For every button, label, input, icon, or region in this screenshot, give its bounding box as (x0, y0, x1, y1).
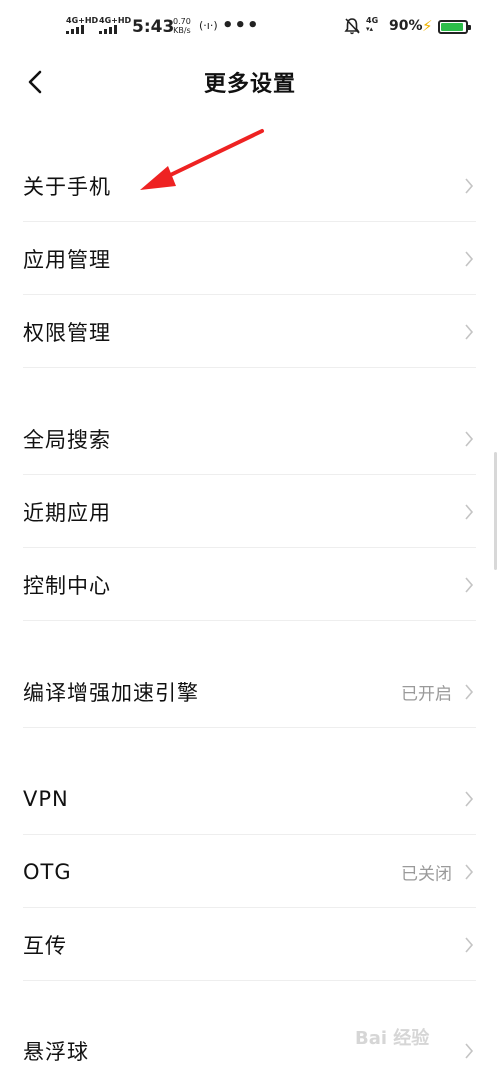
sim2-network-label: 4G+HD (99, 16, 132, 25)
bell-off-icon (344, 18, 360, 35)
settings-item-permission-management[interactable]: 权限管理 (0, 295, 500, 368)
battery-percent: 90% (389, 18, 423, 34)
divider (23, 727, 476, 728)
settings-item-label: 悬浮球 (23, 1039, 89, 1064)
network-speed: 0.70 KB/s (173, 17, 191, 35)
settings-item-label: 控制中心 (23, 573, 111, 598)
settings-item-label: 应用管理 (23, 247, 111, 272)
settings-item-otg[interactable]: OTG 已关闭 (0, 835, 500, 908)
more-notifications-icon: ••• (222, 15, 260, 36)
settings-item-compile-acceleration-engine[interactable]: 编译增强加速引擎 已开启 (0, 655, 500, 728)
data-network-label: 4G (366, 16, 379, 25)
sim1-signal-icon: 4G+HD (66, 16, 98, 34)
settings-item-label: 权限管理 (23, 320, 111, 345)
settings-item-label: VPN (23, 786, 69, 811)
settings-item-control-center[interactable]: 控制中心 (0, 548, 500, 621)
chevron-right-icon (465, 576, 474, 593)
settings-item-status: 已关闭 (401, 864, 452, 884)
divider (23, 620, 476, 621)
battery-level-fill (441, 23, 463, 31)
bolt-icon: ⚡ (422, 17, 433, 35)
settings-item-vpn[interactable]: VPN (0, 762, 500, 835)
chevron-right-icon (465, 323, 474, 340)
battery-icon (438, 20, 471, 34)
network-speed-unit: KB/s (173, 26, 191, 35)
chevron-right-icon (465, 863, 474, 880)
chevron-right-icon (465, 1042, 474, 1059)
hotspot-icon: (·ı·) (199, 19, 218, 32)
chevron-right-icon (465, 790, 474, 807)
chevron-right-icon (465, 430, 474, 447)
watermark: Bai 经验 (355, 1028, 430, 1049)
network-speed-value: 0.70 (173, 17, 191, 26)
chevron-right-icon (465, 683, 474, 700)
data-network-icon: 4G ▾▴ (366, 16, 379, 33)
settings-item-transfer[interactable]: 互传 (0, 908, 500, 981)
divider (23, 980, 476, 981)
settings-item-label: 关于手机 (23, 174, 111, 199)
settings-item-global-search[interactable]: 全局搜索 (0, 402, 500, 475)
status-bar: 4G+HD 4G+HD 5:43 0.70 KB/s (·ı·) ••• 4G … (0, 0, 500, 56)
sim1-network-label: 4G+HD (66, 16, 99, 25)
chevron-right-icon (465, 936, 474, 953)
page-title: 更多设置 (203, 72, 296, 97)
chevron-right-icon (465, 177, 474, 194)
scrollbar[interactable] (494, 452, 497, 570)
settings-item-app-management[interactable]: 应用管理 (0, 222, 500, 295)
sim2-signal-icon: 4G+HD (99, 16, 131, 34)
title-bar: 更多设置 (0, 56, 500, 112)
chevron-right-icon (465, 250, 474, 267)
settings-item-label: 编译增强加速引擎 (23, 680, 199, 705)
settings-item-label: 全局搜索 (23, 427, 111, 452)
status-time: 5:43 (132, 17, 175, 37)
chevron-right-icon (465, 503, 474, 520)
settings-item-label: OTG (23, 859, 72, 884)
settings-item-about-phone[interactable]: 关于手机 (0, 149, 500, 222)
settings-item-status: 已开启 (401, 684, 452, 704)
settings-item-label: 互传 (23, 933, 67, 958)
settings-item-recent-apps[interactable]: 近期应用 (0, 475, 500, 548)
divider (23, 367, 476, 368)
settings-item-label: 近期应用 (23, 500, 111, 525)
